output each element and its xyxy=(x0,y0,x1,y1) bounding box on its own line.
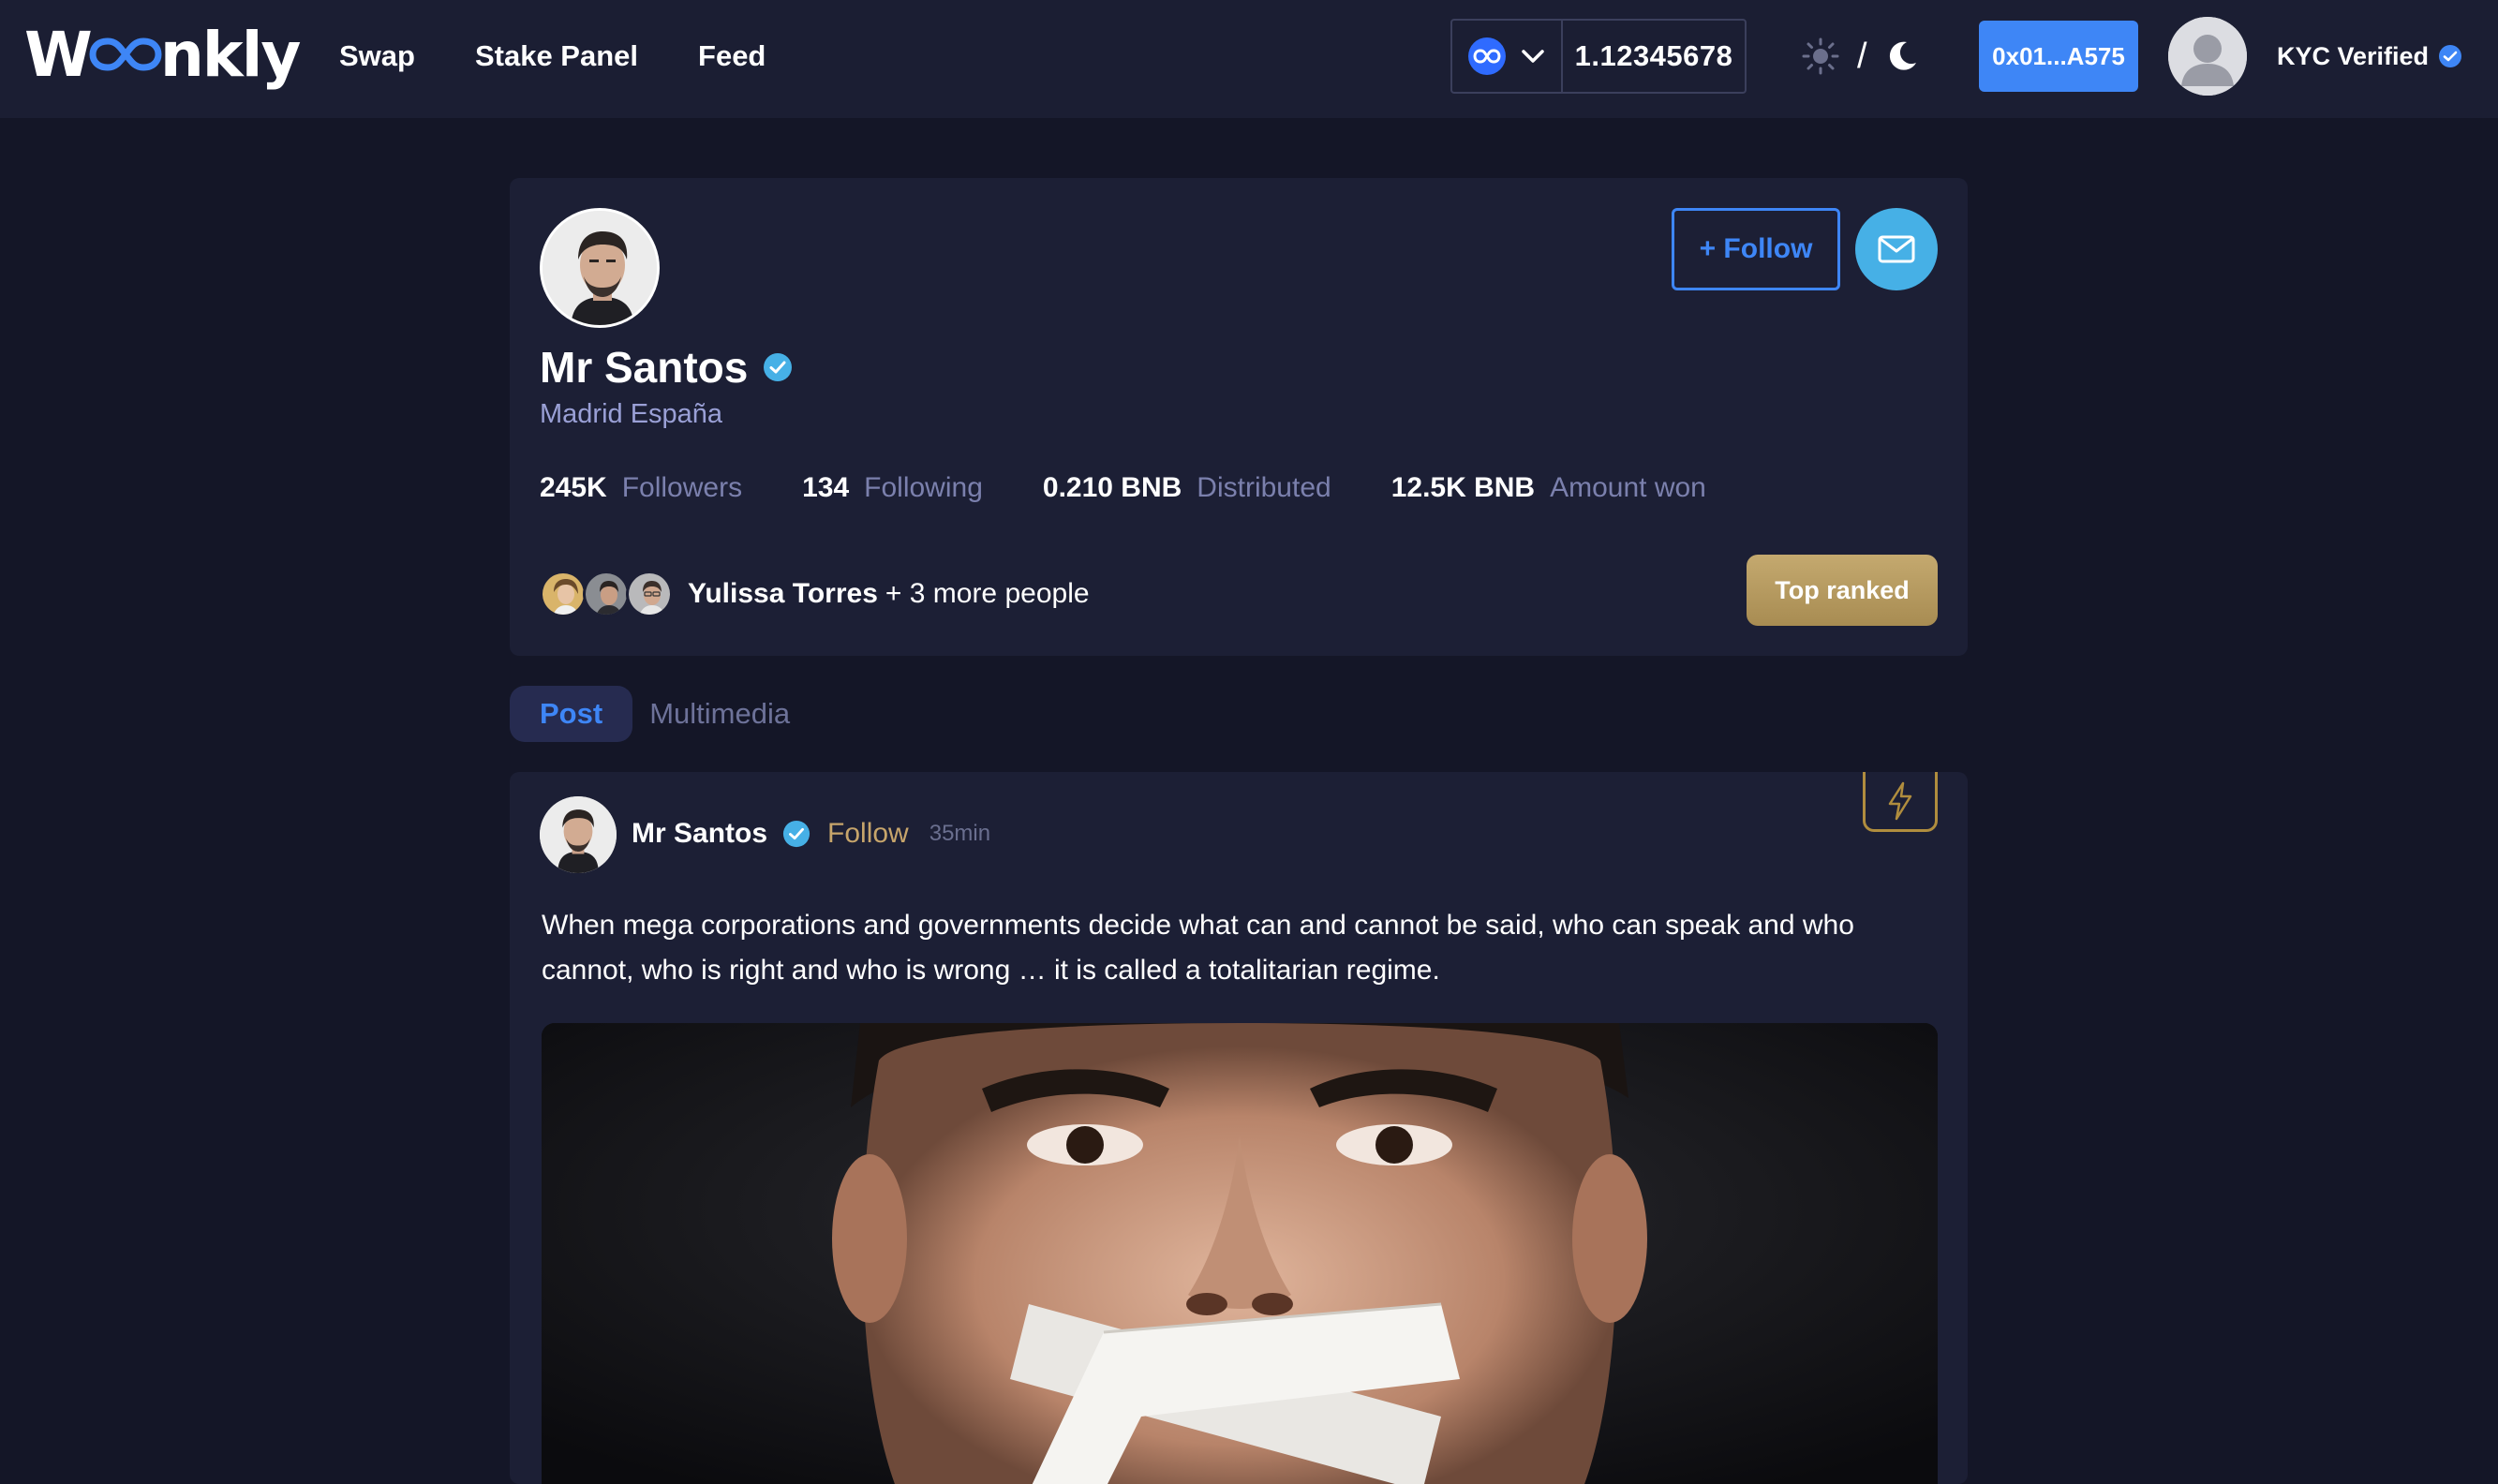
woonkly-logo[interactable]: W nkly xyxy=(24,17,302,92)
follower-avatar xyxy=(626,571,673,617)
logo-text-start: W xyxy=(24,18,93,91)
stat-value: 0.210 BNB xyxy=(1042,472,1182,503)
followed-by-row[interactable]: Yulissa Torres + 3 more people xyxy=(540,570,1090,618)
theme-toggle[interactable]: / xyxy=(1801,34,1920,79)
logo-text-end: nkly xyxy=(159,18,302,91)
nav-feed[interactable]: Feed xyxy=(698,36,766,77)
follower-avatar xyxy=(583,571,630,617)
tab-multimedia[interactable]: Multimedia xyxy=(642,686,820,742)
logo-infinity-icon xyxy=(89,37,162,71)
theme-separator: / xyxy=(1857,36,1867,76)
tab-post[interactable]: Post xyxy=(510,686,633,742)
stat-amount-won: 12.5K BNB Amount won xyxy=(1391,472,1706,504)
stat-label: Followers xyxy=(621,472,743,503)
main-nav: Swap Stake Panel Feed xyxy=(339,36,766,77)
followed-by-more[interactable]: + 3 more people xyxy=(885,578,1090,610)
kyc-status: KYC Verified xyxy=(2277,37,2462,75)
stat-value: 245K xyxy=(540,472,607,503)
verified-badge-icon xyxy=(2439,45,2462,67)
nav-stake-panel[interactable]: Stake Panel xyxy=(475,36,638,77)
stat-label: Amount won xyxy=(1550,472,1706,503)
profile-name: Mr Santos xyxy=(540,343,749,392)
top-ranked-badge[interactable]: Top ranked xyxy=(1747,555,1938,626)
token-balance: 1.12345678 xyxy=(1574,39,1733,72)
post-author-name[interactable]: Mr Santos xyxy=(632,818,767,850)
post-timestamp: 35min xyxy=(929,821,991,846)
message-button[interactable] xyxy=(1855,208,1938,290)
verified-badge-icon xyxy=(782,820,810,848)
boost-button[interactable] xyxy=(1863,772,1938,832)
followed-by-name[interactable]: Yulissa Torres xyxy=(688,578,878,610)
top-navbar: W nkly Swap Stake Panel Feed 1.12345678 xyxy=(0,0,2498,118)
post-text: When mega corporations and governments d… xyxy=(542,910,1854,986)
follow-button[interactable]: + Follow xyxy=(1672,208,1840,290)
token-infinity-icon xyxy=(1468,37,1506,75)
token-selector[interactable] xyxy=(1452,21,1563,92)
chevron-down-icon xyxy=(1522,50,1544,63)
stat-label: Following xyxy=(864,472,983,503)
follower-avatars xyxy=(540,571,673,617)
user-avatar[interactable] xyxy=(2168,17,2247,96)
token-balance-widget: 1.12345678 xyxy=(1450,19,1747,94)
stat-value: 12.5K BNB xyxy=(1390,472,1536,503)
nav-swap[interactable]: Swap xyxy=(339,36,415,77)
post-header: Mr Santos Follow 35min xyxy=(632,813,990,854)
mail-icon xyxy=(1878,235,1915,263)
post-card: Mr Santos Follow 35min When mega corpora… xyxy=(510,772,1968,1484)
stat-distributed: 0.210 BNB Distributed xyxy=(1043,472,1331,504)
stat-followers[interactable]: 245K Followers xyxy=(540,472,742,504)
wallet-address-button[interactable]: 0x01...A575 xyxy=(1979,21,2138,92)
profile-tabs: Post Multimedia xyxy=(510,686,820,742)
post-author-avatar[interactable] xyxy=(540,796,617,873)
post-follow-link[interactable]: Follow xyxy=(827,818,909,850)
profile-location: Madrid España xyxy=(540,399,723,429)
profile-name-row: Mr Santos xyxy=(540,339,793,395)
post-image[interactable] xyxy=(542,1023,1938,1484)
stat-value: 134 xyxy=(802,472,850,503)
moon-icon[interactable] xyxy=(1884,38,1920,74)
verified-badge-icon xyxy=(764,353,793,381)
profile-stats: 245K Followers 134 Following 0.210 BNB D… xyxy=(540,472,1706,504)
sun-icon[interactable] xyxy=(1801,37,1840,76)
kyc-label: KYC Verified xyxy=(2277,41,2430,70)
profile-avatar xyxy=(540,208,660,328)
profile-card: + Follow Mr Santos Madrid España 245K Fo… xyxy=(510,178,1968,656)
stat-following[interactable]: 134 Following xyxy=(802,472,983,504)
lightning-icon xyxy=(1888,781,1912,820)
stat-label: Distributed xyxy=(1197,472,1331,503)
follower-avatar xyxy=(540,571,587,617)
